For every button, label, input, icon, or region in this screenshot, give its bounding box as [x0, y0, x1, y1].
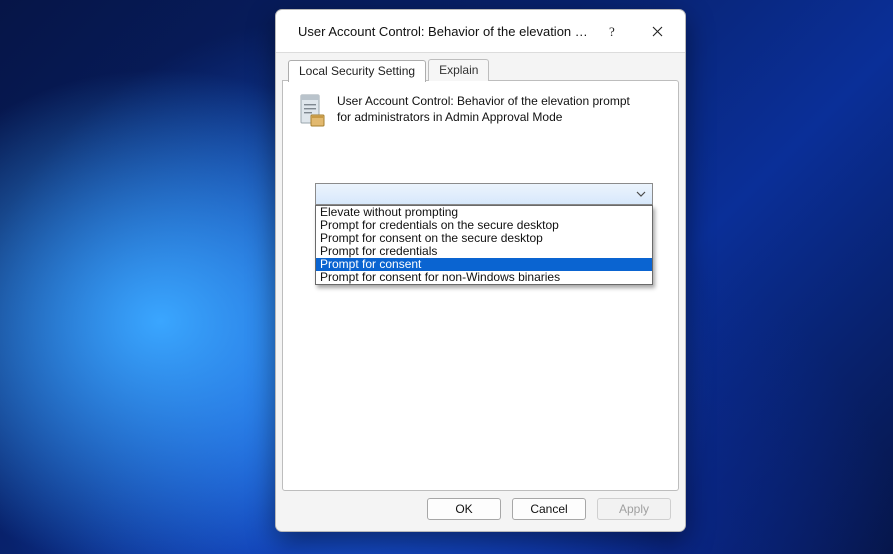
- dropdown-option[interactable]: Prompt for credentials on the secure des…: [316, 219, 652, 232]
- titlebar: User Account Control: Behavior of the el…: [276, 10, 685, 52]
- button-label: Apply: [619, 502, 649, 516]
- help-button[interactable]: ?: [591, 15, 635, 47]
- tab-strip: Local Security Setting Explain: [282, 59, 679, 81]
- tab-explain[interactable]: Explain: [428, 59, 489, 81]
- dialog-content: Local Security Setting Explain User A: [276, 52, 685, 531]
- policy-icon: [297, 93, 327, 127]
- window-title: User Account Control: Behavior of the el…: [298, 24, 591, 39]
- tab-label: Explain: [439, 63, 478, 77]
- close-button[interactable]: [635, 15, 679, 47]
- dropdown-option[interactable]: Prompt for credentials: [316, 245, 652, 258]
- chevron-down-icon: [632, 185, 650, 203]
- apply-button: Apply: [597, 498, 671, 520]
- tab-panel-local-security-setting: User Account Control: Behavior of the el…: [282, 80, 679, 491]
- combobox[interactable]: [315, 183, 653, 205]
- tab-local-security-setting[interactable]: Local Security Setting: [288, 60, 426, 82]
- dropdown-option[interactable]: Prompt for consent: [316, 258, 652, 271]
- dropdown-list[interactable]: Elevate without promptingPrompt for cred…: [315, 205, 653, 285]
- policy-description: User Account Control: Behavior of the el…: [337, 93, 637, 125]
- dialog-button-row: OK Cancel Apply: [282, 491, 679, 531]
- dropdown-option[interactable]: Elevate without prompting: [316, 206, 652, 219]
- elevation-prompt-dropdown[interactable]: Elevate without promptingPrompt for cred…: [315, 183, 653, 205]
- button-label: OK: [455, 502, 472, 516]
- policy-header: User Account Control: Behavior of the el…: [297, 93, 664, 127]
- dropdown-option[interactable]: Prompt for consent on the secure desktop: [316, 232, 652, 245]
- properties-dialog: User Account Control: Behavior of the el…: [275, 9, 686, 532]
- button-label: Cancel: [530, 502, 567, 516]
- tab-label: Local Security Setting: [299, 64, 415, 78]
- ok-button[interactable]: OK: [427, 498, 501, 520]
- dropdown-option[interactable]: Prompt for consent for non-Windows binar…: [316, 271, 652, 284]
- svg-text:?: ?: [609, 24, 615, 38]
- cancel-button[interactable]: Cancel: [512, 498, 586, 520]
